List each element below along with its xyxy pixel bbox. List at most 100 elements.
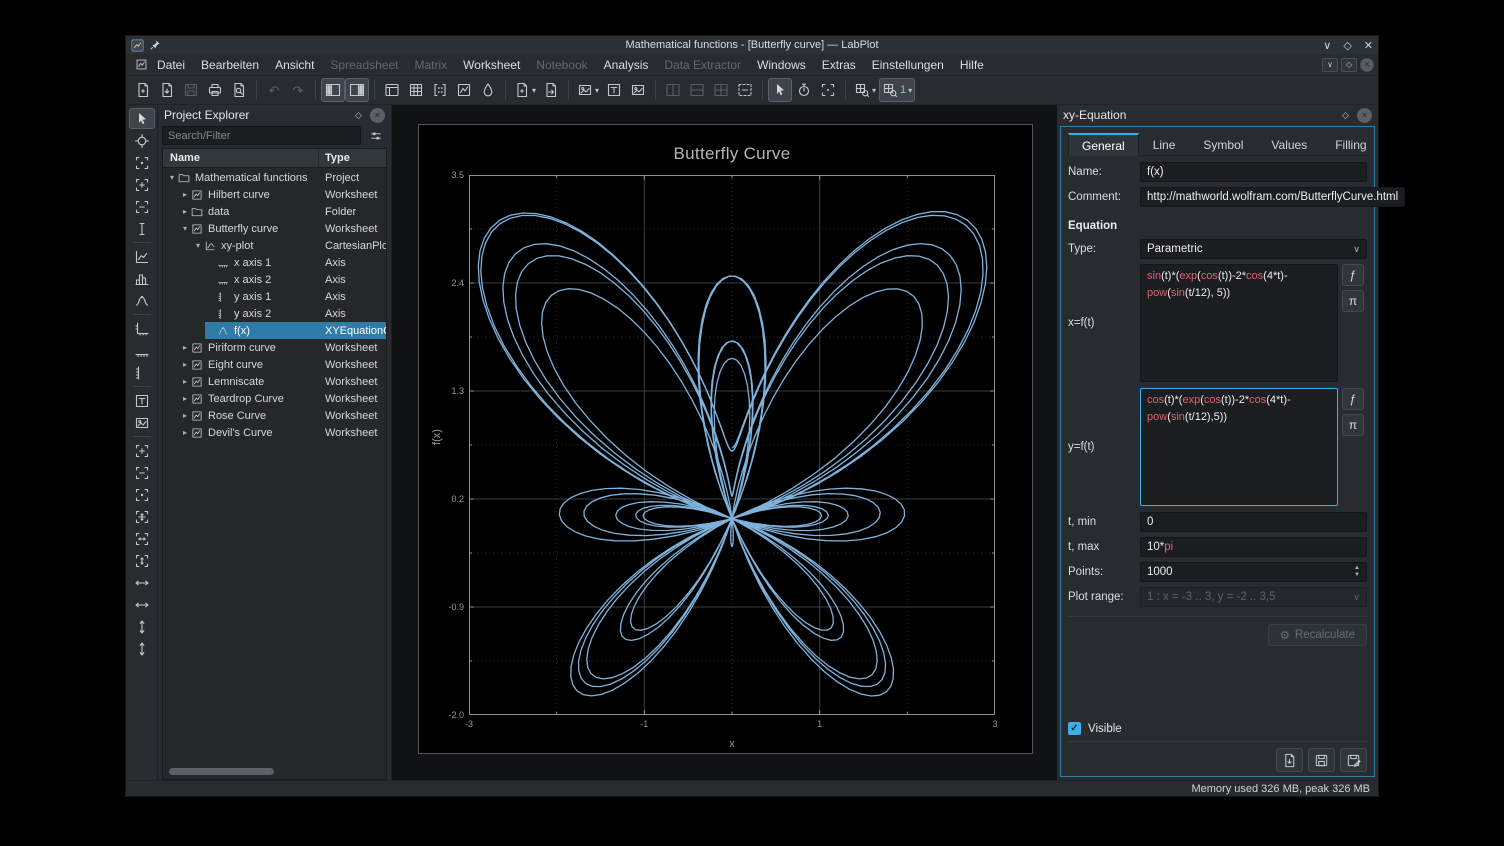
- tree-row-devil-s-curve[interactable]: ▸Devil's CurveWorksheet: [163, 424, 386, 441]
- tree-row-lemniscate[interactable]: ▸LemniscateWorksheet: [163, 373, 386, 390]
- navigate-mode-button[interactable]: [792, 78, 816, 102]
- name-field[interactable]: f(x): [1140, 162, 1367, 182]
- shift-right-x-button[interactable]: [129, 594, 155, 615]
- add-text-label-button[interactable]: [129, 390, 155, 411]
- dock-close-icon[interactable]: ✕: [1357, 108, 1372, 123]
- import-button[interactable]: [539, 78, 563, 102]
- tree-row-data[interactable]: ▸dataFolder: [163, 203, 386, 220]
- equation-type-select[interactable]: Parametric ∨: [1140, 239, 1367, 259]
- menu-worksheet[interactable]: Worksheet: [455, 56, 528, 74]
- child-restore-button[interactable]: ∨: [1322, 58, 1338, 72]
- pin-icon[interactable]: [149, 39, 161, 51]
- tmin-field[interactable]: 0: [1140, 512, 1367, 532]
- new-matrix-button[interactable]: [428, 78, 452, 102]
- tree-row-y-axis-1[interactable]: y axis 1Axis: [163, 288, 386, 305]
- tree-expander-icon[interactable]: ▸: [179, 411, 191, 420]
- plot-area[interactable]: [469, 175, 995, 715]
- zoom-y-select-button[interactable]: [129, 196, 155, 217]
- tree-row-x-axis-1[interactable]: x axis 1Axis: [163, 254, 386, 271]
- toggle-properties-explorer-button[interactable]: [345, 78, 369, 102]
- new-spreadsheet-button[interactable]: [404, 78, 428, 102]
- add-image-button[interactable]: [129, 412, 155, 433]
- tree-row-xy-plot[interactable]: ▾xy-plotCartesianPlot: [163, 237, 386, 254]
- tree-row-eight-curve[interactable]: ▸Eight curveWorksheet: [163, 356, 386, 373]
- print-button[interactable]: [203, 78, 227, 102]
- print-preview-button[interactable]: [227, 78, 251, 102]
- spinner-arrows-icon[interactable]: ▲▼: [1354, 565, 1360, 578]
- add-x-axis-button[interactable]: [129, 340, 155, 361]
- zoom-select-button[interactable]: [129, 152, 155, 173]
- tree-row-piriform-curve[interactable]: ▸Piriform curveWorksheet: [163, 339, 386, 356]
- add-text-label-button[interactable]: [602, 78, 626, 102]
- tree-row-rose-curve[interactable]: ▸Rose CurveWorksheet: [163, 407, 386, 424]
- break-layout-button[interactable]: [733, 78, 757, 102]
- add-new-dropdown[interactable]: ▾: [511, 78, 539, 102]
- magnification-dropdown[interactable]: ▾: [851, 78, 879, 102]
- new-worksheet-button[interactable]: [452, 78, 476, 102]
- cursor-tool-button[interactable]: [129, 218, 155, 239]
- worksheet-view[interactable]: Butterfly Curve f(x) x 3.52.41.30.2-0.9-…: [392, 105, 1057, 780]
- export-dropdown[interactable]: ▾: [574, 78, 602, 102]
- zoom-in-button[interactable]: [129, 440, 155, 461]
- tree-expander-icon[interactable]: ▾: [166, 173, 178, 182]
- search-input[interactable]: [162, 126, 361, 145]
- scrollbar-thumb[interactable]: [169, 768, 274, 775]
- horizontal-scrollbar[interactable]: [167, 767, 382, 777]
- new-note-button[interactable]: [476, 78, 500, 102]
- menu-einstellungen[interactable]: Einstellungen: [864, 56, 952, 74]
- shift-down-y-button[interactable]: [129, 638, 155, 659]
- save-as-template-button[interactable]: [1340, 748, 1367, 772]
- new-project-button[interactable]: [131, 78, 155, 102]
- menu-windows[interactable]: Windows: [749, 56, 814, 74]
- tree-row-hilbert-curve[interactable]: ▸Hilbert curveWorksheet: [163, 186, 386, 203]
- add-equation-curve-button[interactable]: [129, 290, 155, 311]
- shift-left-x-button[interactable]: [129, 572, 155, 593]
- visible-checkbox[interactable]: ✓: [1068, 722, 1081, 735]
- zoom-out-button[interactable]: [129, 462, 155, 483]
- column-header-type[interactable]: Type: [319, 152, 386, 164]
- tree-expander-icon[interactable]: ▸: [179, 343, 191, 352]
- filter-options-button[interactable]: [365, 126, 387, 145]
- crosshair-mode-button[interactable]: [129, 130, 155, 151]
- tree-expander-icon[interactable]: ▾: [192, 241, 204, 250]
- tree-expander-icon[interactable]: ▸: [179, 207, 191, 216]
- tree-expander-icon[interactable]: ▾: [179, 224, 191, 233]
- child-close-button[interactable]: ✕: [1360, 58, 1374, 72]
- menu-bearbeiten[interactable]: Bearbeiten: [193, 56, 267, 74]
- tree-expander-icon[interactable]: ▸: [179, 428, 191, 437]
- save-template-button[interactable]: [1308, 748, 1335, 772]
- plot-canvas[interactable]: [469, 175, 995, 715]
- menu-analysis[interactable]: Analysis: [596, 56, 657, 74]
- dock-float-icon[interactable]: ◇: [351, 108, 366, 123]
- points-spinner[interactable]: 1000 ▲▼: [1140, 562, 1367, 582]
- zoom-fit-x-button[interactable]: [129, 528, 155, 549]
- tree-row-butterfly-curve[interactable]: ▾Butterfly curveWorksheet: [163, 220, 386, 237]
- add-histogram-button[interactable]: [129, 268, 155, 289]
- menu-extras[interactable]: Extras: [814, 56, 864, 74]
- tree-row-teardrop-curve[interactable]: ▸Teardrop CurveWorksheet: [163, 390, 386, 407]
- insert-constant-button[interactable]: π: [1342, 290, 1364, 312]
- tree-row-f-x-[interactable]: f(x)XYEquationCurve: [163, 322, 386, 339]
- y-equation-input[interactable]: cos(t)*(exp(cos(t))-2*cos(4*t)-pow(sin(t…: [1140, 388, 1338, 506]
- tree-row-x-axis-2[interactable]: x axis 2Axis: [163, 271, 386, 288]
- add-axis-button[interactable]: [129, 318, 155, 339]
- column-header-name[interactable]: Name: [163, 149, 319, 167]
- zoom-fit-y-button[interactable]: [129, 550, 155, 571]
- presenter-dropdown[interactable]: 1▾: [879, 78, 915, 102]
- add-y-axis-button[interactable]: [129, 362, 155, 383]
- tmax-field[interactable]: 10*pi: [1140, 537, 1367, 557]
- minimize-button[interactable]: ∨: [1323, 39, 1331, 52]
- zoom-select-mode-button[interactable]: [816, 78, 840, 102]
- maximize-button[interactable]: ◇: [1343, 39, 1351, 52]
- menu-hilfe[interactable]: Hilfe: [952, 56, 992, 74]
- select-mode-button[interactable]: [129, 108, 155, 129]
- tree-expander-icon[interactable]: ▸: [179, 394, 191, 403]
- open-project-button[interactable]: [155, 78, 179, 102]
- tab-line[interactable]: Line: [1139, 133, 1190, 156]
- tree-row-mathematical-functions[interactable]: ▾Mathematical functionsProject: [163, 169, 386, 186]
- zoom-x-select-button[interactable]: [129, 174, 155, 195]
- insert-constant-button[interactable]: π: [1342, 414, 1364, 436]
- toggle-project-explorer-button[interactable]: [321, 78, 345, 102]
- insert-function-button[interactable]: ƒ: [1342, 264, 1364, 286]
- tab-symbol[interactable]: Symbol: [1189, 133, 1257, 156]
